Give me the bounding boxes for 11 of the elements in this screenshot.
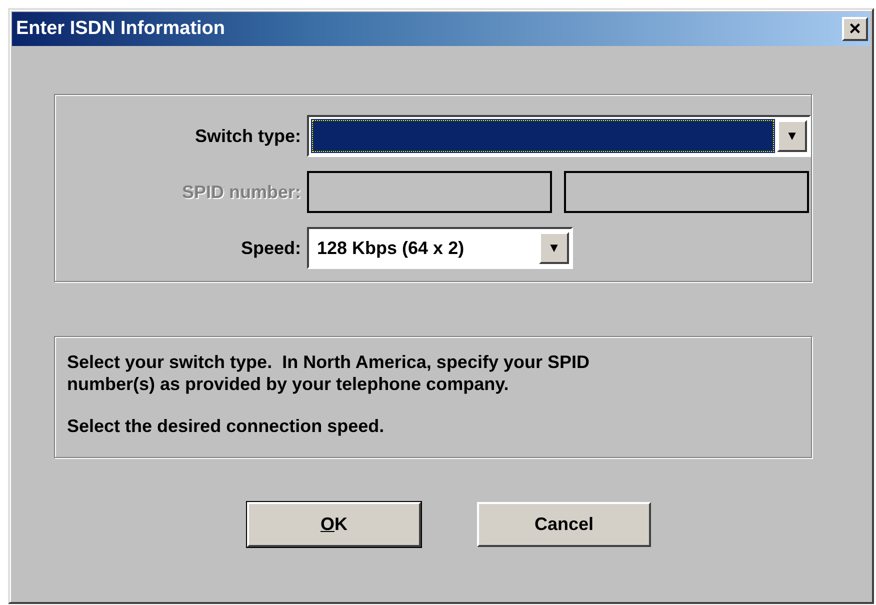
info-text: Select the desired connection speed. bbox=[67, 415, 386, 437]
window-title: Enter ISDN Information bbox=[16, 16, 226, 41]
switch-type-dropdown[interactable]: ▼ bbox=[307, 115, 811, 157]
ok-button[interactable]: OK bbox=[247, 502, 421, 547]
spid-label: SPID number: bbox=[180, 180, 301, 204]
cancel-button[interactable]: Cancel bbox=[477, 502, 651, 547]
info-text: Select your switch type. In North America, specify your SPID number(s) as provided by your telephone company. bbox=[67, 351, 590, 395]
switch-type-label: Switch type: bbox=[194, 124, 301, 148]
speed-dropdown[interactable]: 128 Kbps (64 x 2) ▼ bbox=[307, 227, 573, 269]
speed-label: Speed: bbox=[240, 236, 301, 260]
close-button[interactable]: × bbox=[842, 17, 868, 41]
